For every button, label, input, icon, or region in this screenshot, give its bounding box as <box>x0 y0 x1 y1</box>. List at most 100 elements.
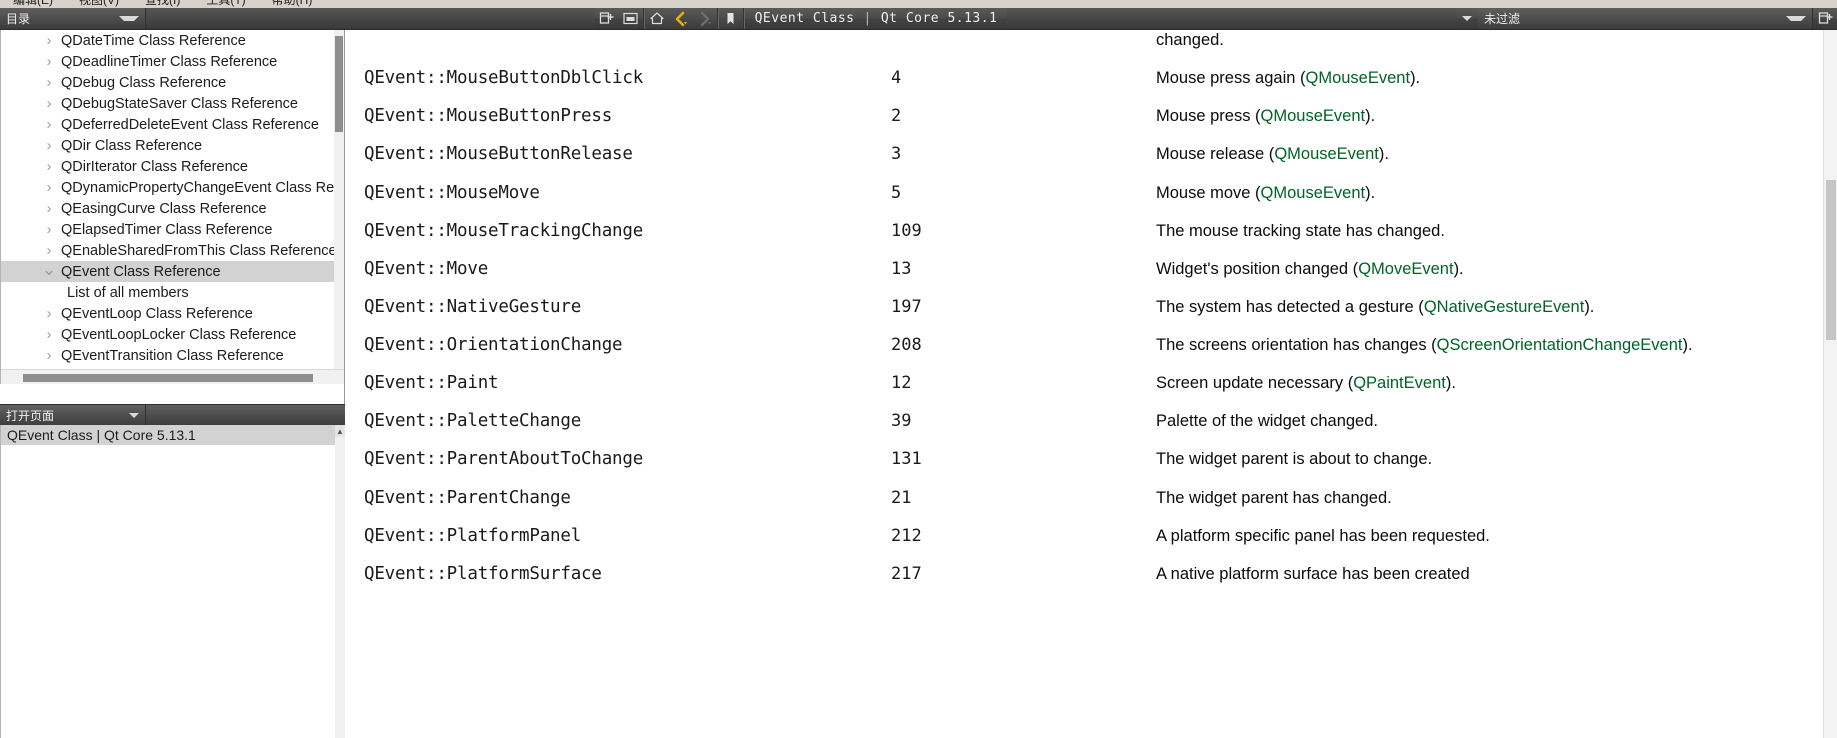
menu-item-4[interactable]: 帮助(H) <box>259 0 326 8</box>
menu-item-0[interactable]: 编辑(E) <box>0 0 66 8</box>
menu-item-3[interactable]: 工具(T) <box>193 0 258 8</box>
tree-horizontal-scroll-thumb[interactable] <box>23 374 313 382</box>
enum-constant-description: A platform specific panel has been reque… <box>1156 520 1823 558</box>
enum-row: QEvent::PlatformPanel 212 A platform speci… <box>346 520 1823 558</box>
chevron-right-icon[interactable]: › <box>41 327 57 342</box>
chevron-down-icon[interactable]: ⌄ <box>41 261 57 278</box>
open-page-item-0[interactable]: QEvent Class | Qt Core 5.13.1 <box>1 425 345 445</box>
enum-constant-value: 212 <box>891 525 922 546</box>
class-link[interactable]: QMouseEvent <box>1261 184 1366 202</box>
tree-item-12[interactable]: List of all members <box>1 282 344 303</box>
enum-constant-description: Widget's position changed (QMoveEvent). <box>1156 253 1823 291</box>
enum-constant-value: 197 <box>891 296 922 317</box>
chevron-right-icon[interactable]: › <box>41 348 57 363</box>
enum-constant-value: 217 <box>891 563 922 584</box>
enum-constant-name: QEvent::MouseButtonRelease <box>364 144 633 165</box>
tree-item-8[interactable]: › QEasingCurve Class Reference <box>1 198 344 219</box>
tree-item-7[interactable]: › QDynamicPropertyChangeEvent Class Refer <box>1 177 345 198</box>
content-vertical-scrollbar[interactable] <box>1823 30 1837 738</box>
enum-constant-name <box>346 30 891 62</box>
content-vertical-scroll-thumb[interactable] <box>1826 180 1836 340</box>
class-link[interactable]: QMouseEvent <box>1306 69 1411 87</box>
application-window: 编辑(E)视图(V)查找(I)工具(T)帮助(H) 目录 <box>0 0 1837 738</box>
enum-constant-description: Mouse move (QMouseEvent). <box>1156 177 1823 215</box>
description-text: ). <box>1365 183 1376 202</box>
enum-constant-name: QEvent::Paint <box>364 373 499 394</box>
tree-item-label: QDynamicPropertyChangeEvent Class Refer <box>61 179 344 196</box>
open-pages-vertical-scrollbar[interactable]: ▲ <box>335 425 345 738</box>
chevron-right-icon[interactable]: › <box>41 138 57 153</box>
filter-combobox[interactable]: 未过滤 <box>1478 8 1814 29</box>
class-link[interactable]: QMouseEvent <box>1261 107 1366 125</box>
chevron-right-icon[interactable]: › <box>41 222 57 237</box>
tree-vertical-scrollbar[interactable] <box>334 30 344 384</box>
forward-arrow-icon <box>700 11 711 26</box>
open-pages-label: 打开页面 <box>6 408 55 423</box>
enum-constant-description: Screen update necessary (QPaintEvent). <box>1156 367 1823 405</box>
filter-dropdown-arrow[interactable] <box>1456 8 1478 29</box>
back-button[interactable] <box>669 8 693 29</box>
menu-item-1[interactable]: 视图(V) <box>66 0 132 8</box>
enum-row: QEvent::MouseTrackingChange 109 The mouse … <box>346 215 1823 253</box>
back-arrow-icon <box>675 11 687 26</box>
toc-combobox[interactable]: 目录 <box>0 8 146 29</box>
tree-item-label: QEasingCurve Class Reference <box>61 200 267 217</box>
tree-item-15[interactable]: › QEventTransition Class Reference <box>1 345 344 366</box>
tree-item-label: QEvent Class Reference <box>61 263 221 280</box>
tree-item-2[interactable]: › QDebug Class Reference <box>1 72 344 93</box>
class-link[interactable]: QNativeGestureEvent <box>1424 298 1585 316</box>
tree-item-9[interactable]: › QElapsedTimer Class Reference <box>1 219 344 240</box>
contents-tree[interactable]: › QDateTime Class Reference › QDeadlineTime… <box>0 30 344 384</box>
class-link[interactable]: QMouseEvent <box>1274 145 1379 163</box>
chevron-right-icon[interactable]: › <box>41 54 57 69</box>
bookmark-button[interactable] <box>719 8 743 29</box>
chevron-right-icon[interactable]: › <box>41 201 57 216</box>
enum-constant-name: QEvent::MouseMove <box>364 182 540 203</box>
open-pages-list[interactable]: QEvent Class | Qt Core 5.13.1 ▲ <box>0 425 345 738</box>
tree-item-14[interactable]: › QEventLoopLocker Class Reference <box>1 324 344 345</box>
current-page-title: QEvent Class | Qt Core 5.13.1 <box>745 8 1008 29</box>
chevron-right-icon[interactable]: › <box>41 33 57 48</box>
chevron-right-icon[interactable]: › <box>41 75 57 90</box>
tree-item-10[interactable]: › QEnableSharedFromThis Class Reference <box>1 240 344 261</box>
scroll-up-arrow-icon[interactable]: ▲ <box>335 425 345 437</box>
chevron-right-icon[interactable]: › <box>41 117 57 132</box>
tree-horizontal-scrollbar[interactable] <box>1 369 344 384</box>
description-text: The screens orientation has changes ( <box>1156 336 1437 354</box>
menu-bar: 编辑(E)视图(V)查找(I)工具(T)帮助(H) <box>0 0 1837 8</box>
tree-item-1[interactable]: › QDeadlineTimer Class Reference <box>1 51 344 72</box>
chevron-right-icon[interactable]: › <box>41 180 57 195</box>
main-toolbar: 目录 QEvent Class | Qt Core 5.13.1 未过滤 <box>0 8 1837 30</box>
title-divider: | <box>863 11 872 26</box>
chevron-right-icon[interactable]: › <box>41 243 57 258</box>
window-layout-button[interactable] <box>619 8 643 29</box>
chevron-right-icon[interactable]: › <box>41 96 57 111</box>
add-filter-button[interactable] <box>1813 8 1837 29</box>
home-button[interactable] <box>645 8 669 29</box>
chevron-right-icon[interactable]: › <box>41 306 57 321</box>
enum-row: QEvent::PaletteChange 39 Palette of the wi… <box>346 405 1823 443</box>
enum-row: QEvent::MouseMove 5 Mouse move (QMouseEven… <box>346 177 1823 215</box>
menu-item-2[interactable]: 查找(I) <box>132 0 193 8</box>
tree-item-label: List of all members <box>67 284 189 301</box>
enum-constant-description: The widget parent has changed. <box>1156 482 1823 520</box>
add-tab-button[interactable] <box>595 8 619 29</box>
class-link[interactable]: QPaintEvent <box>1353 374 1446 392</box>
open-pages-combobox[interactable]: 打开页面 <box>0 405 146 425</box>
description-text: Mouse press ( <box>1156 107 1261 126</box>
tree-item-13[interactable]: › QEventLoop Class Reference <box>1 303 344 324</box>
class-link[interactable]: QMoveEvent <box>1358 260 1453 278</box>
tree-vertical-scroll-thumb[interactable] <box>335 36 343 132</box>
description-text: Palette of the widget changed. <box>1156 412 1378 431</box>
tree-item-0[interactable]: › QDateTime Class Reference <box>1 30 344 51</box>
tree-item-3[interactable]: › QDebugStateSaver Class Reference <box>1 93 344 114</box>
class-link[interactable]: QScreenOrientationChangeEvent <box>1437 336 1683 354</box>
tree-item-label: QEventLoop Class Reference <box>61 305 253 322</box>
tree-item-6[interactable]: › QDirIterator Class Reference <box>1 156 344 177</box>
tree-item-11[interactable]: ⌄ QEvent Class Reference <box>1 261 344 282</box>
chevron-right-icon[interactable]: › <box>41 159 57 174</box>
open-pages-header: 打开页面 <box>0 404 345 425</box>
tree-item-4[interactable]: › QDeferredDeleteEvent Class Reference <box>1 114 344 135</box>
description-text: ). <box>1365 107 1376 126</box>
tree-item-5[interactable]: › QDir Class Reference <box>1 135 344 156</box>
